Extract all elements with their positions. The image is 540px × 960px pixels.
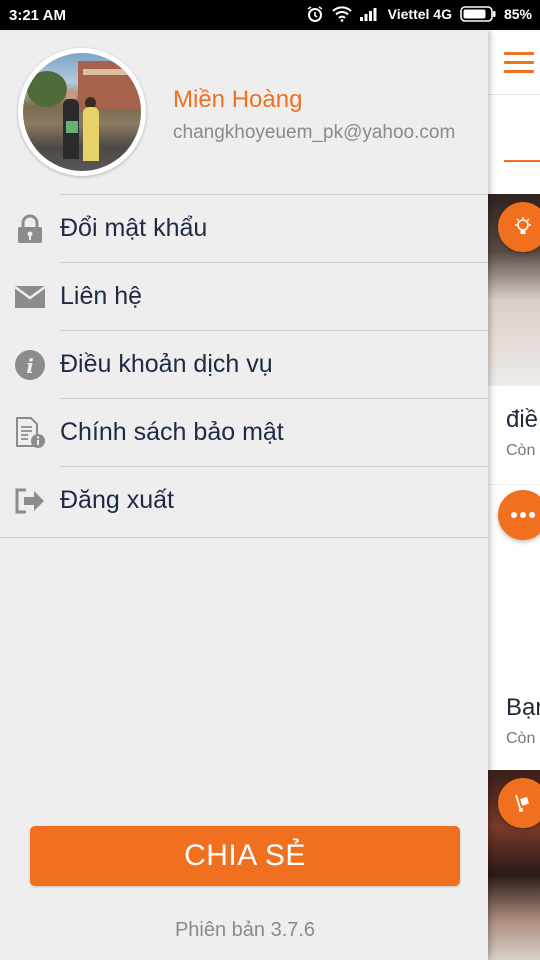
- svg-text:i: i: [26, 354, 34, 378]
- signal-icon: [359, 7, 380, 21]
- navigation-drawer: Miền Hoàng changkhoyeuem_pk@yahoo.com Đổ…: [0, 30, 488, 960]
- status-time: 3:21 AM: [9, 7, 66, 24]
- mail-icon: [14, 281, 46, 313]
- menu-item-label: Đổi mật khẩu: [60, 214, 208, 242]
- menu-divider: [60, 262, 488, 263]
- share-button[interactable]: CHIA SẺ: [30, 826, 460, 886]
- menu-item-logout[interactable]: Đăng xuất: [0, 466, 488, 534]
- carrier-name: Viettel 4G: [387, 6, 452, 22]
- card-subtitle: Còn: [506, 442, 536, 459]
- menu-item-label: Chính sách bảo mật: [60, 418, 284, 446]
- card-divider: [488, 484, 540, 485]
- avatar-photo: [23, 53, 141, 171]
- more-options-icon[interactable]: [498, 490, 540, 540]
- menu-item-privacy-policy[interactable]: Chính sách bảo mật: [0, 398, 488, 466]
- status-icons: Viettel 4G 85%: [306, 5, 532, 23]
- battery-icon: [460, 6, 496, 22]
- card-title[interactable]: Bạn: [506, 694, 540, 722]
- hand-truck-icon[interactable]: [498, 778, 540, 828]
- card-title[interactable]: điề: [506, 406, 538, 434]
- menu-item-label: Liên hệ: [60, 282, 143, 310]
- menu-item-label: Điều khoản dịch vụ: [60, 350, 273, 378]
- menu-item-contact[interactable]: Liên hệ: [0, 262, 488, 330]
- menu-item-terms-of-service[interactable]: i Điều khoản dịch vụ: [0, 330, 488, 398]
- logout-icon: [14, 485, 46, 517]
- document-info-icon: [14, 417, 46, 449]
- background-app: điề Còn Bạn Còn: [488, 30, 540, 960]
- menu-divider: [60, 466, 488, 467]
- lightbulb-icon[interactable]: [498, 202, 540, 252]
- lock-icon: [14, 213, 46, 245]
- avatar[interactable]: [18, 48, 146, 176]
- hamburger-menu-icon[interactable]: [504, 52, 534, 74]
- menu-divider: [0, 537, 488, 538]
- drawer-menu: Đổi mật khẩu Liên hệ i Điều khoản dịch v…: [0, 194, 488, 538]
- app-version: Phiên bản 3.7.6: [174, 919, 316, 941]
- menu-divider: [60, 194, 488, 195]
- menu-item-change-password[interactable]: Đổi mật khẩu: [0, 194, 488, 262]
- menu-item-label: Đăng xuất: [60, 486, 174, 514]
- active-tab-indicator: [504, 160, 540, 162]
- info-icon: i: [14, 349, 46, 381]
- wifi-icon: [331, 6, 352, 22]
- battery-percent: 85%: [503, 6, 532, 22]
- menu-divider: [60, 398, 488, 399]
- menu-divider: [60, 330, 488, 331]
- status-bar: 3:21 AM Viettel 4G 85%: [0, 0, 540, 30]
- card-subtitle: Còn: [506, 730, 536, 747]
- app-toolbar: [488, 30, 540, 95]
- alarm-icon: [306, 5, 324, 23]
- profile-name: Miền Hoàng: [173, 86, 303, 113]
- profile-email: changkhoyeuem_pk@yahoo.com: [173, 122, 456, 143]
